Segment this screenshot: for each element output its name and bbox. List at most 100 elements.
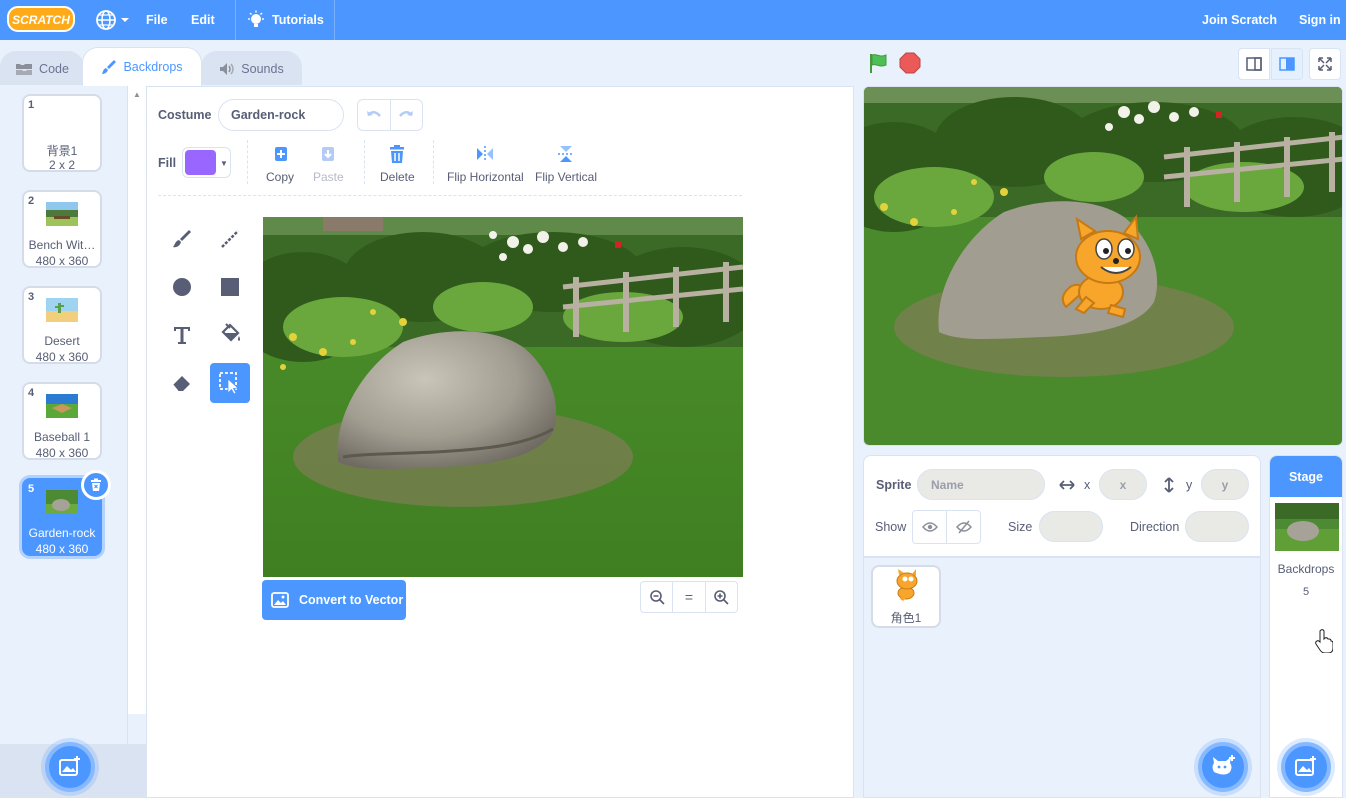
fullscreen-button[interactable] bbox=[1309, 48, 1341, 80]
select-tool[interactable] bbox=[210, 363, 250, 403]
zoom-reset-button[interactable]: = bbox=[673, 582, 706, 612]
redo-button[interactable] bbox=[391, 100, 423, 130]
choose-backdrop-button[interactable] bbox=[45, 742, 95, 792]
convert-to-vector-button[interactable]: Convert to Vector bbox=[262, 580, 406, 620]
sign-in-link[interactable]: Sign in bbox=[1299, 0, 1341, 40]
flip-horizontal-label: Flip Horizontal bbox=[447, 170, 524, 184]
code-blocks-icon bbox=[16, 63, 33, 75]
tab-backdrops-label: Backdrops bbox=[123, 60, 183, 74]
backdrop-number: 2 bbox=[28, 195, 35, 207]
scroll-up-icon[interactable]: ▲ bbox=[133, 90, 141, 99]
tab-backdrops[interactable]: Backdrops bbox=[82, 47, 202, 86]
zoom-out-icon bbox=[649, 590, 665, 605]
delete-backdrop-button[interactable] bbox=[81, 470, 111, 500]
tab-code-label: Code bbox=[39, 61, 69, 76]
menu-divider bbox=[235, 0, 236, 40]
flip-vertical-label: Flip Vertical bbox=[535, 170, 598, 184]
large-stage-button[interactable] bbox=[1271, 48, 1303, 80]
undo-button[interactable] bbox=[358, 100, 391, 130]
add-sprite-cat-icon bbox=[1212, 755, 1235, 775]
direction-input[interactable] bbox=[1185, 511, 1249, 542]
backdrop-tile[interactable]: 4 Baseball 1 480 x 360 bbox=[22, 382, 102, 460]
backdrop-tile[interactable]: 3 Desert 480 x 360 bbox=[22, 286, 102, 364]
list-scrollbar[interactable] bbox=[128, 86, 146, 714]
delete-button[interactable]: Delete bbox=[380, 144, 415, 184]
backdrop-tile[interactable]: 2 Bench Wit… 480 x 360 bbox=[22, 190, 102, 268]
bitmap-image-icon bbox=[271, 592, 289, 608]
edit-menu[interactable]: Edit bbox=[191, 0, 215, 40]
tab-code[interactable]: Code bbox=[0, 51, 84, 85]
copy-label: Copy bbox=[266, 170, 295, 184]
lightbulb-icon bbox=[248, 10, 264, 27]
backdrop-tile[interactable]: 1 背景1 2 x 2 bbox=[22, 94, 102, 172]
fill-color-picker[interactable]: ▼ bbox=[182, 147, 231, 178]
stop-sign-icon bbox=[899, 52, 921, 74]
backdrop-thumbnail bbox=[46, 298, 78, 322]
fill-tool[interactable] bbox=[210, 315, 250, 355]
language-menu[interactable] bbox=[95, 6, 131, 34]
add-image-icon bbox=[1295, 756, 1316, 776]
zoom-controls: = bbox=[640, 581, 738, 613]
small-stage-button[interactable] bbox=[1238, 48, 1270, 80]
choose-stage-backdrop-button[interactable] bbox=[1281, 742, 1331, 792]
brush-tool[interactable] bbox=[162, 219, 202, 259]
backdrop-name: Garden-rock bbox=[28, 526, 96, 540]
eraser-tool[interactable] bbox=[162, 363, 202, 403]
costume-name-input[interactable]: Garden-rock bbox=[218, 99, 344, 131]
tutorials-menu[interactable]: Tutorials bbox=[246, 0, 324, 40]
sprite-name-input[interactable]: Name bbox=[917, 469, 1045, 500]
x-input[interactable]: x bbox=[1099, 469, 1147, 500]
sprite-tile[interactable]: 角色1 bbox=[871, 565, 941, 628]
line-icon bbox=[221, 230, 239, 248]
join-scratch-link[interactable]: Join Scratch bbox=[1202, 0, 1277, 40]
zoom-in-button[interactable] bbox=[706, 582, 737, 612]
large-stage-icon bbox=[1279, 57, 1295, 71]
stage-canvas[interactable] bbox=[863, 86, 1343, 446]
toolbar-separator bbox=[158, 195, 742, 196]
backdrop-size: 480 x 360 bbox=[35, 254, 89, 268]
brush-icon bbox=[173, 230, 191, 248]
redo-icon bbox=[399, 111, 414, 117]
choose-sprite-button[interactable] bbox=[1198, 742, 1248, 792]
file-menu[interactable]: File bbox=[146, 0, 168, 40]
paint-canvas[interactable] bbox=[263, 217, 743, 577]
size-input[interactable] bbox=[1039, 511, 1103, 542]
green-flag-icon bbox=[870, 54, 887, 73]
circle-tool[interactable] bbox=[162, 267, 202, 307]
zoom-out-button[interactable] bbox=[641, 582, 674, 612]
green-flag-button[interactable] bbox=[867, 52, 889, 79]
copy-button[interactable]: Copy bbox=[266, 144, 294, 184]
stage-header: Stage bbox=[1270, 456, 1342, 497]
backdrop-size: 2 x 2 bbox=[48, 158, 75, 172]
undo-icon bbox=[366, 111, 381, 117]
backdrop-size: 480 x 360 bbox=[35, 542, 89, 556]
flip-horizontal-button[interactable]: Flip Horizontal bbox=[447, 144, 524, 184]
tutorials-label: Tutorials bbox=[272, 13, 324, 27]
menu-divider bbox=[334, 0, 335, 40]
hide-button[interactable] bbox=[947, 511, 980, 543]
show-button[interactable] bbox=[913, 511, 947, 543]
fill-label: Fill bbox=[158, 156, 177, 170]
show-label: Show bbox=[875, 520, 907, 534]
tab-sounds[interactable]: Sounds bbox=[201, 51, 302, 85]
text-tool[interactable] bbox=[162, 315, 202, 355]
flip-vertical-button[interactable]: Flip Vertical bbox=[535, 144, 597, 184]
paste-icon bbox=[322, 147, 335, 161]
paintbrush-icon bbox=[102, 60, 117, 74]
stage-thumbnail bbox=[1275, 503, 1339, 551]
show-toggle bbox=[912, 510, 981, 544]
flip-vertical-icon bbox=[558, 146, 575, 162]
paste-button[interactable]: Paste bbox=[313, 144, 344, 184]
zoom-in-icon bbox=[714, 590, 729, 605]
circle-icon bbox=[173, 278, 191, 296]
globe-icon bbox=[96, 10, 116, 30]
small-stage-icon bbox=[1246, 57, 1262, 71]
undo-redo-group bbox=[357, 99, 423, 131]
y-input[interactable]: y bbox=[1201, 469, 1249, 500]
line-tool[interactable] bbox=[210, 219, 250, 259]
rectangle-tool[interactable] bbox=[210, 267, 250, 307]
scratch-logo[interactable]: SCRATCH bbox=[7, 5, 75, 33]
stop-button[interactable] bbox=[899, 52, 921, 79]
trash-icon bbox=[390, 145, 405, 163]
tab-sounds-label: Sounds bbox=[241, 61, 284, 76]
